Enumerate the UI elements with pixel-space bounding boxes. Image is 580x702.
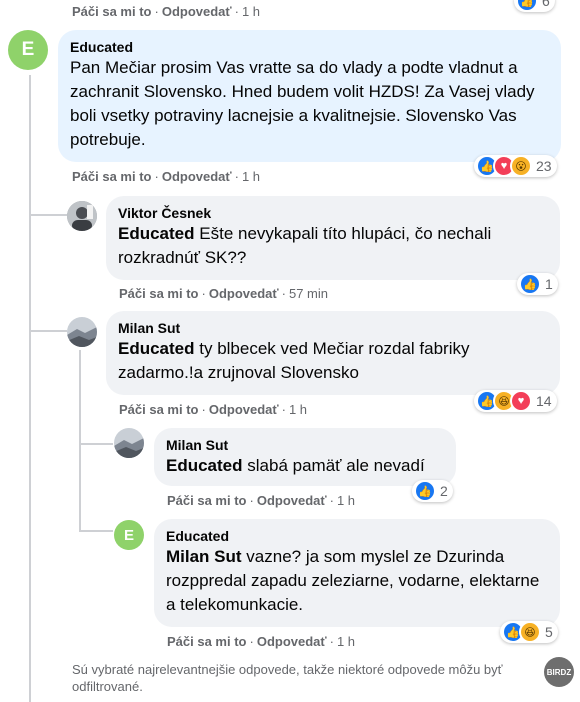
watermark-logo: BIRDZ [544,657,574,687]
comment-text: Educated Ešte nevykapali títo hlupáci, č… [118,222,548,270]
reply-link[interactable]: Odpovedať [209,286,279,301]
like-link[interactable]: Páči sa mi to [167,634,246,649]
comment-actions: Páči sa mi to · Odpovedať · 1 h [167,634,356,649]
profile-photo [67,317,97,347]
like-link[interactable]: Páči sa mi to [72,169,151,184]
like-link[interactable]: Páči sa mi to [167,493,246,508]
reply-link[interactable]: Odpovedať [162,4,232,19]
mention-link[interactable]: Educated [118,339,195,358]
comment-bubble: Educated Milan Sut vazne? ja som myslel … [154,519,560,627]
wow-icon: 😮 [510,155,532,177]
comment-author[interactable]: Milan Sut [118,319,548,337]
comment-actions: Páči sa mi to · Odpovedať · 1 h [72,169,261,184]
profile-photo [67,201,97,231]
timestamp[interactable]: 57 min [289,286,328,301]
comment-author[interactable]: Viktor Česnek [118,204,548,222]
reaction-count: 6 [542,0,550,9]
reply-link[interactable]: Odpovedať [162,169,232,184]
comment-body: slabá pamäť ale nevadí [242,456,425,475]
mention-link[interactable]: Milan Sut [166,547,242,566]
comment-text: Milan Sut vazne? ja som myslel ze Dzurin… [166,545,548,617]
like-icon: 👍 [519,273,541,295]
reply-link[interactable]: Odpovedať [257,493,327,508]
love-icon: ♥ [510,390,532,412]
comment-text: Educated ty blbecek ved Mečiar rozdal fa… [118,337,548,385]
reply-link[interactable]: Odpovedať [209,402,279,417]
haha-icon: 😆 [519,621,541,643]
reaction-count: 1 [545,276,553,292]
like-link[interactable]: Páči sa mi to [119,402,198,417]
thread-branch-line [79,443,113,445]
thread-line [29,75,31,702]
reaction-summary[interactable]: 👍 😆 ♥ 14 [474,390,557,412]
comment-bubble: Viktor Česnek Educated Ešte nevykapali t… [106,196,560,280]
avatar[interactable]: E [114,520,144,550]
reaction-summary[interactable]: 👍 2 [412,480,453,502]
like-icon: 👍 [414,480,436,502]
reply-link[interactable]: Odpovedať [257,634,327,649]
reaction-count: 14 [536,393,552,409]
timestamp[interactable]: 1 h [242,169,260,184]
reaction-summary[interactable]: 👍 6 [514,0,555,12]
reaction-summary[interactable]: 👍 😆 5 [500,621,558,643]
previous-comment-actions: Páči sa mi to · Odpovedať · 1 h [72,4,261,19]
like-link[interactable]: Páči sa mi to [72,4,151,19]
reaction-summary[interactable]: 👍 ♥ 😮 23 [474,155,557,177]
reaction-summary[interactable]: 👍 1 [517,273,558,295]
reaction-count: 2 [440,483,448,499]
comment-actions: Páči sa mi to · Odpovedať · 57 min [119,286,328,301]
comment-bubble: Educated Pan Mečiar prosim Vas vratte sa… [58,30,561,162]
filter-note: Sú vybraté najrelevantnejšie odpovede, t… [72,662,503,694]
comment-bubble: Milan Sut Educated slabá pamäť ale nevad… [154,428,456,486]
comment-author[interactable]: Educated [166,527,548,545]
thread-line [79,350,81,530]
avatar[interactable] [67,201,97,231]
comment-actions: Páči sa mi to · Odpovedať · 1 h [167,493,356,508]
thread-branch-line [29,214,67,216]
timestamp[interactable]: 1 h [242,4,260,19]
comment-author[interactable]: Milan Sut [166,436,444,454]
like-icon: 👍 [516,0,538,12]
timestamp[interactable]: 1 h [289,402,307,417]
comment-actions: Páči sa mi to · Odpovedať · 1 h [119,402,308,417]
timestamp[interactable]: 1 h [337,493,355,508]
comment-bubble: Milan Sut Educated ty blbecek ved Mečiar… [106,311,560,395]
avatar[interactable] [67,317,97,347]
mention-link[interactable]: Educated [118,224,195,243]
profile-photo [114,428,144,458]
comment-text: Educated slabá pamäť ale nevadí [166,454,444,478]
comment-text: Pan Mečiar prosim Vas vratte sa do vlady… [70,58,535,149]
mention-link[interactable]: Educated [166,456,243,475]
comment-author[interactable]: Educated [70,38,549,56]
timestamp[interactable]: 1 h [337,634,355,649]
like-link[interactable]: Páči sa mi to [119,286,198,301]
reaction-count: 5 [545,624,553,640]
thread-branch-line [79,530,113,532]
avatar[interactable] [114,428,144,458]
reaction-count: 23 [536,158,552,174]
avatar[interactable]: E [8,30,48,70]
thread-branch-line [29,330,67,332]
